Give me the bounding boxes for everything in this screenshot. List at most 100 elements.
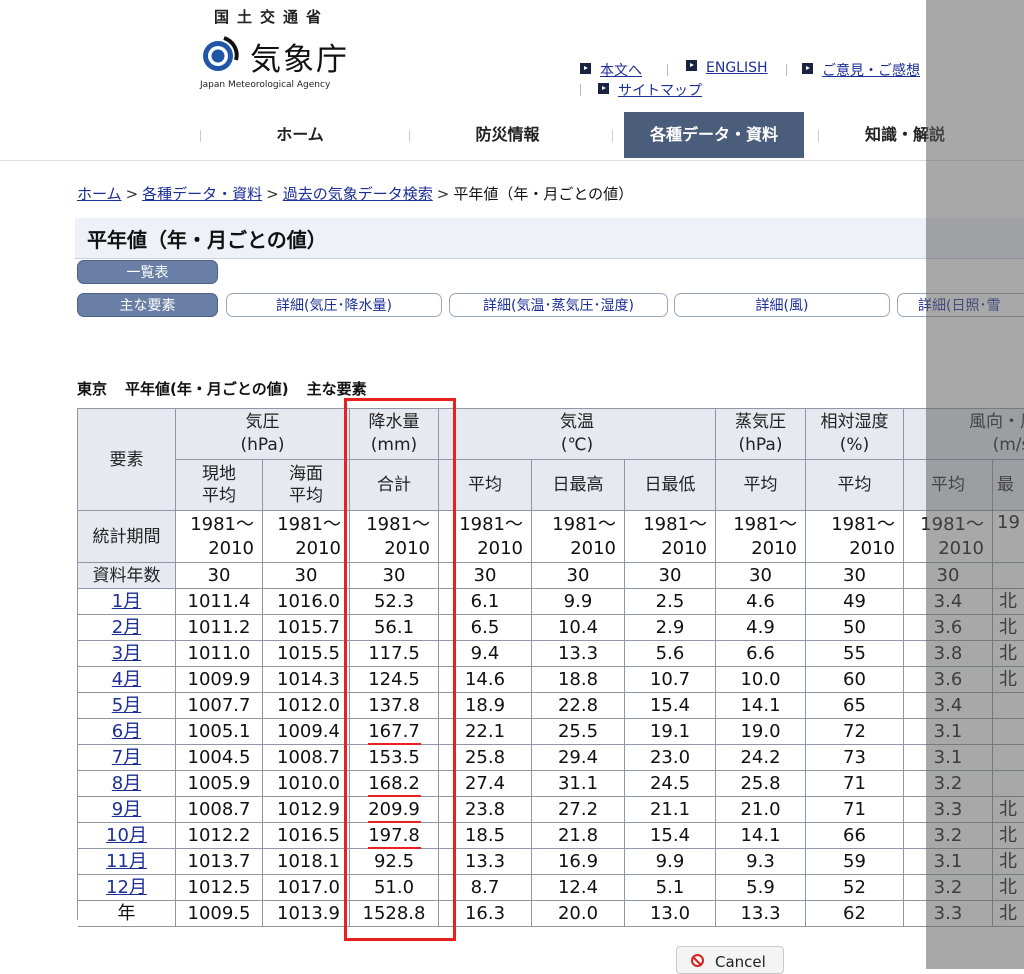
data-cell: 5.9 — [716, 875, 806, 901]
data-cell: 52.3 — [350, 589, 439, 615]
nav-disaster-info[interactable]: 防災情報 — [410, 112, 605, 158]
data-cell: 23.8 — [439, 797, 532, 823]
header-element: 要素 — [78, 409, 176, 511]
nav-home[interactable]: ホーム — [200, 112, 400, 158]
month-header: 11月 — [78, 849, 176, 875]
header-pressure: 気圧 (hPa) — [176, 409, 350, 460]
data-cell: 9.4 — [439, 641, 532, 667]
data-cell: 4.6 — [716, 589, 806, 615]
years-value: 30 — [176, 563, 263, 589]
data-cell: 2.5 — [625, 589, 716, 615]
header-precipitation: 降水量 (mm) — [350, 409, 439, 460]
link-english[interactable]: ENGLISH — [686, 60, 768, 76]
link-separator — [786, 64, 787, 76]
data-cell: 20.0 — [532, 901, 625, 927]
ministry-name: 国土交通省 — [214, 8, 330, 26]
month-link[interactable]: 2月 — [112, 617, 141, 638]
prohibited-icon — [691, 954, 704, 967]
month-link[interactable]: 10月 — [106, 825, 147, 846]
link-separator — [667, 64, 668, 76]
data-cell: 1013.7 — [176, 849, 263, 875]
month-link[interactable]: 3月 — [112, 643, 141, 664]
caption-kind: 平年値(年・月ごとの値) — [125, 380, 289, 398]
detail-wind-tab[interactable]: 詳細(風) — [674, 293, 890, 317]
month-header: 2月 — [78, 615, 176, 641]
data-cell: 1011.0 — [176, 641, 263, 667]
data-cell: 12.4 — [532, 875, 625, 901]
link-sitemap-text[interactable]: サイトマップ — [618, 83, 702, 99]
data-cell: 1008.7 — [176, 797, 263, 823]
detail-temp-tab[interactable]: 詳細(気温･蒸気圧･湿度) — [449, 293, 668, 317]
nav-data[interactable]: 各種データ・資料 — [624, 112, 804, 158]
data-cell: 71 — [806, 797, 904, 823]
data-cell: 1017.0 — [263, 875, 350, 901]
link-feedback[interactable]: ご意見・ご感想 — [802, 60, 920, 80]
data-cell: 73 — [806, 745, 904, 771]
data-cell: 1016.5 — [263, 823, 350, 849]
data-cell: 9.3 — [716, 849, 806, 875]
data-cell: 137.8 — [350, 693, 439, 719]
month-link[interactable]: 8月 — [112, 773, 141, 794]
caption-station: 東京 — [77, 380, 108, 398]
data-cell: 1005.9 — [176, 771, 263, 797]
data-cell: 15.4 — [625, 823, 716, 849]
month-header: 6月 — [78, 719, 176, 745]
month-header: 4月 — [78, 667, 176, 693]
link-feedback-text[interactable]: ご意見・ご感想 — [822, 63, 920, 79]
years-value: 30 — [806, 563, 904, 589]
data-cell: 6.6 — [716, 641, 806, 667]
data-cell: 55 — [806, 641, 904, 667]
header-vapor-pressure: 蒸気圧 (hPa) — [716, 409, 806, 460]
agency-name-en: Japan Meteorological Agency — [200, 80, 331, 90]
data-cell: 16.9 — [532, 849, 625, 875]
month-link[interactable]: 11月 — [106, 851, 147, 872]
data-cell: 62 — [806, 901, 904, 927]
data-cell: 13.3 — [439, 849, 532, 875]
years-value: 30 — [625, 563, 716, 589]
link-sitemap[interactable]: サイトマップ — [598, 80, 702, 100]
data-cell: 50 — [806, 615, 904, 641]
data-cell: 5.1 — [625, 875, 716, 901]
main-elements-tab[interactable]: 主な要素 — [77, 293, 218, 317]
data-cell: 1005.1 — [176, 719, 263, 745]
data-cell: 1015.7 — [263, 615, 350, 641]
detail-pressure-tab[interactable]: 詳細(気圧･降水量) — [226, 293, 442, 317]
month-header: 3月 — [78, 641, 176, 667]
data-cell: 4.9 — [716, 615, 806, 641]
breadcrumb-home[interactable]: ホーム — [77, 185, 122, 203]
arrow-square-icon — [598, 83, 609, 94]
years-label: 資料年数 — [78, 563, 176, 589]
period-value: 1981～ 2010 — [806, 511, 904, 563]
cancel-button[interactable]: Cancel — [676, 946, 784, 974]
breadcrumb-data[interactable]: 各種データ・資料 — [142, 185, 262, 203]
data-cell: 1007.7 — [176, 693, 263, 719]
data-cell: 25.8 — [439, 745, 532, 771]
link-separator — [580, 84, 581, 96]
header-temperature: 気温 (℃) — [439, 409, 716, 460]
data-cell: 124.5 — [350, 667, 439, 693]
link-main-content[interactable]: 本文へ — [580, 60, 642, 80]
month-link[interactable]: 9月 — [112, 799, 141, 820]
period-label: 統計期間 — [78, 511, 176, 563]
month-link[interactable]: 5月 — [112, 695, 141, 716]
link-main-content-text[interactable]: 本文へ — [600, 63, 642, 79]
data-cell: 153.5 — [350, 745, 439, 771]
month-link[interactable]: 4月 — [112, 669, 141, 690]
data-cell: 59 — [806, 849, 904, 875]
month-link[interactable]: 1月 — [112, 591, 141, 612]
month-link[interactable]: 7月 — [112, 747, 141, 768]
data-cell: 21.0 — [716, 797, 806, 823]
month-link[interactable]: 12月 — [106, 877, 147, 898]
years-value: 30 — [350, 563, 439, 589]
subheader-cell: 平均 — [806, 460, 904, 511]
month-link[interactable]: 6月 — [112, 721, 141, 742]
link-english-text[interactable]: ENGLISH — [706, 60, 768, 76]
list-button[interactable]: 一覧表 — [77, 260, 218, 284]
data-cell: 24.2 — [716, 745, 806, 771]
subheader-cell: 平均 — [716, 460, 806, 511]
data-cell: 22.1 — [439, 719, 532, 745]
breadcrumb-search[interactable]: 過去の気象データ検索 — [283, 185, 433, 203]
data-cell: 1011.4 — [176, 589, 263, 615]
global-nav: ホーム 防災情報 各種データ・資料 知識・解説 — [0, 112, 1024, 160]
data-cell: 9.9 — [625, 849, 716, 875]
